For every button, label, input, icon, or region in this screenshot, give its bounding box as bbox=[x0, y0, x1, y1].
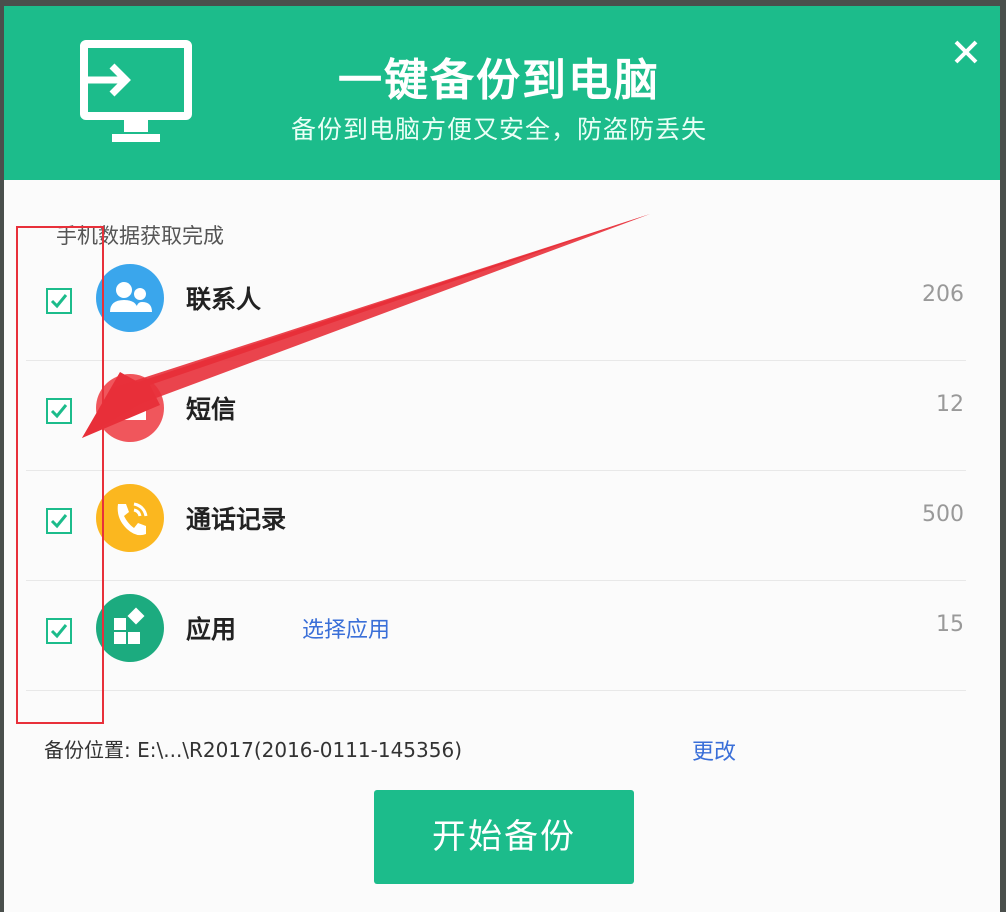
close-icon bbox=[954, 40, 978, 64]
call-log-count: 500 bbox=[922, 502, 964, 527]
contacts-label: 联系人 bbox=[186, 285, 262, 314]
contacts-count: 206 bbox=[922, 282, 964, 307]
apps-label: 应用 bbox=[186, 615, 237, 644]
checkmark-icon bbox=[50, 514, 68, 529]
sms-count: 12 bbox=[936, 392, 964, 417]
call-log-checkbox[interactable] bbox=[46, 508, 72, 534]
list-item-sms: 短信 12 bbox=[26, 360, 966, 471]
list-item-call-log: 通话记录 500 bbox=[26, 470, 966, 581]
call-log-label: 通话记录 bbox=[186, 505, 287, 534]
apps-count: 15 bbox=[936, 612, 964, 637]
dialog-title: 一键备份到电脑 bbox=[338, 55, 660, 106]
sms-icon bbox=[96, 374, 164, 442]
contacts-icon bbox=[96, 264, 164, 332]
select-apps-link[interactable]: 选择应用 bbox=[302, 612, 390, 644]
apps-checkbox[interactable] bbox=[46, 618, 72, 644]
list-item-contacts: 联系人 206 bbox=[26, 250, 966, 361]
close-button[interactable] bbox=[948, 34, 984, 70]
checkmark-icon bbox=[50, 624, 68, 639]
backup-location: 备份位置: E:\...\R2017(2016-0111-145356) bbox=[44, 734, 462, 763]
backup-location-path: E:\...\R2017(2016-0111-145356) bbox=[137, 738, 463, 762]
start-backup-button[interactable]: 开始备份 bbox=[374, 790, 634, 884]
checkmark-icon bbox=[50, 404, 68, 419]
call-log-icon bbox=[96, 484, 164, 552]
contacts-checkbox[interactable] bbox=[46, 288, 72, 314]
dialog-header: 一键备份到电脑 备份到电脑方便又安全，防盗防丢失 bbox=[4, 6, 1000, 180]
apps-icon bbox=[96, 594, 164, 662]
sms-checkbox[interactable] bbox=[46, 398, 72, 424]
checkmark-icon bbox=[50, 294, 68, 309]
backup-location-label: 备份位置: bbox=[44, 738, 131, 762]
list-item-apps: 应用 选择应用 15 bbox=[26, 580, 966, 691]
dialog-subtitle: 备份到电脑方便又安全，防盗防丢失 bbox=[290, 115, 707, 144]
status-text: 手机数据获取完成 bbox=[56, 224, 224, 248]
change-location-link[interactable]: 更改 bbox=[692, 734, 736, 766]
backup-dialog: 一键备份到电脑 备份到电脑方便又安全，防盗防丢失 手机数据获取完成 联系人 20 bbox=[4, 6, 1000, 912]
monitor-import-icon bbox=[80, 40, 192, 142]
sms-label: 短信 bbox=[186, 395, 237, 424]
